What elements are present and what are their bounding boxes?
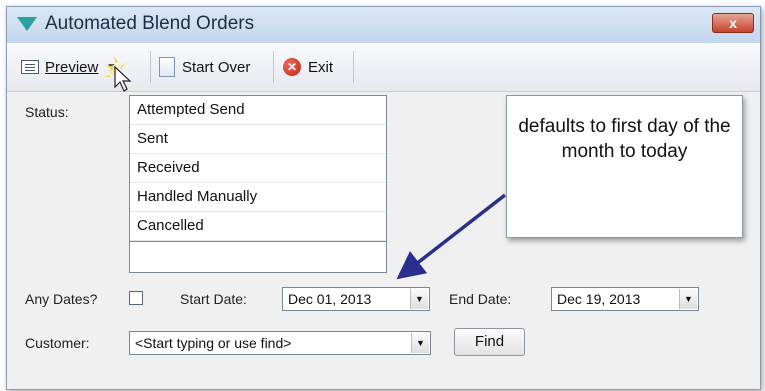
toolbar-separator <box>150 51 151 83</box>
title-bar: Automated Blend Orders x <box>7 7 760 44</box>
preview-label: Preview <box>45 58 99 76</box>
exit-button[interactable]: ✕ Exit <box>283 55 333 79</box>
app-triangle-icon <box>17 17 37 31</box>
listbox-empty-area <box>130 241 386 272</box>
chevron-down-icon[interactable]: ▼ <box>679 289 697 309</box>
toolbar-separator <box>273 51 274 83</box>
exit-icon: ✕ <box>283 58 301 76</box>
list-item[interactable]: Attempted Send <box>130 96 386 125</box>
end-date-picker[interactable]: Dec 19, 2013 ▼ <box>551 287 699 311</box>
preview-button[interactable]: Preview ▼ <box>21 55 116 79</box>
chevron-down-icon[interactable]: ▼ <box>410 289 428 309</box>
preview-icon <box>21 60 39 74</box>
callout-text: defaults to first day of the month to to… <box>518 116 731 162</box>
start-date-picker[interactable]: Dec 01, 2013 ▼ <box>282 287 430 311</box>
any-dates-checkbox[interactable] <box>129 291 143 305</box>
window-title: Automated Blend Orders <box>45 13 255 34</box>
customer-label: Customer: <box>25 335 90 351</box>
customer-combobox[interactable]: <Start typing or use find> ▼ <box>129 331 431 355</box>
end-date-label: End Date: <box>449 291 512 307</box>
find-button[interactable]: Find <box>454 328 525 356</box>
chevron-down-icon[interactable]: ▼ <box>411 333 429 353</box>
list-item[interactable]: Sent <box>130 125 386 154</box>
list-item[interactable]: Received <box>130 154 386 183</box>
mouse-cursor-icon <box>103 56 132 92</box>
exit-label: Exit <box>308 58 334 76</box>
start-over-button[interactable]: Start Over <box>159 55 250 79</box>
automated-blend-orders-window: Automated Blend Orders x Preview ▼ Start… <box>6 6 761 390</box>
list-item[interactable]: Cancelled <box>130 212 386 241</box>
end-date-value: Dec 19, 2013 <box>557 291 641 307</box>
customer-input-text: <Start typing or use find> <box>135 335 292 351</box>
start-date-label: Start Date: <box>180 291 247 307</box>
document-icon <box>159 57 175 77</box>
toolbar-separator <box>353 51 354 83</box>
list-item[interactable]: Handled Manually <box>130 183 386 212</box>
close-button[interactable]: x <box>712 13 754 33</box>
callout-box: defaults to first day of the month to to… <box>506 95 743 238</box>
start-over-label: Start Over <box>182 58 251 76</box>
start-date-value: Dec 01, 2013 <box>288 291 372 307</box>
status-label: Status: <box>25 104 69 120</box>
status-listbox[interactable]: Attempted Send Sent Received Handled Man… <box>129 95 387 273</box>
any-dates-label: Any Dates? <box>25 291 98 307</box>
